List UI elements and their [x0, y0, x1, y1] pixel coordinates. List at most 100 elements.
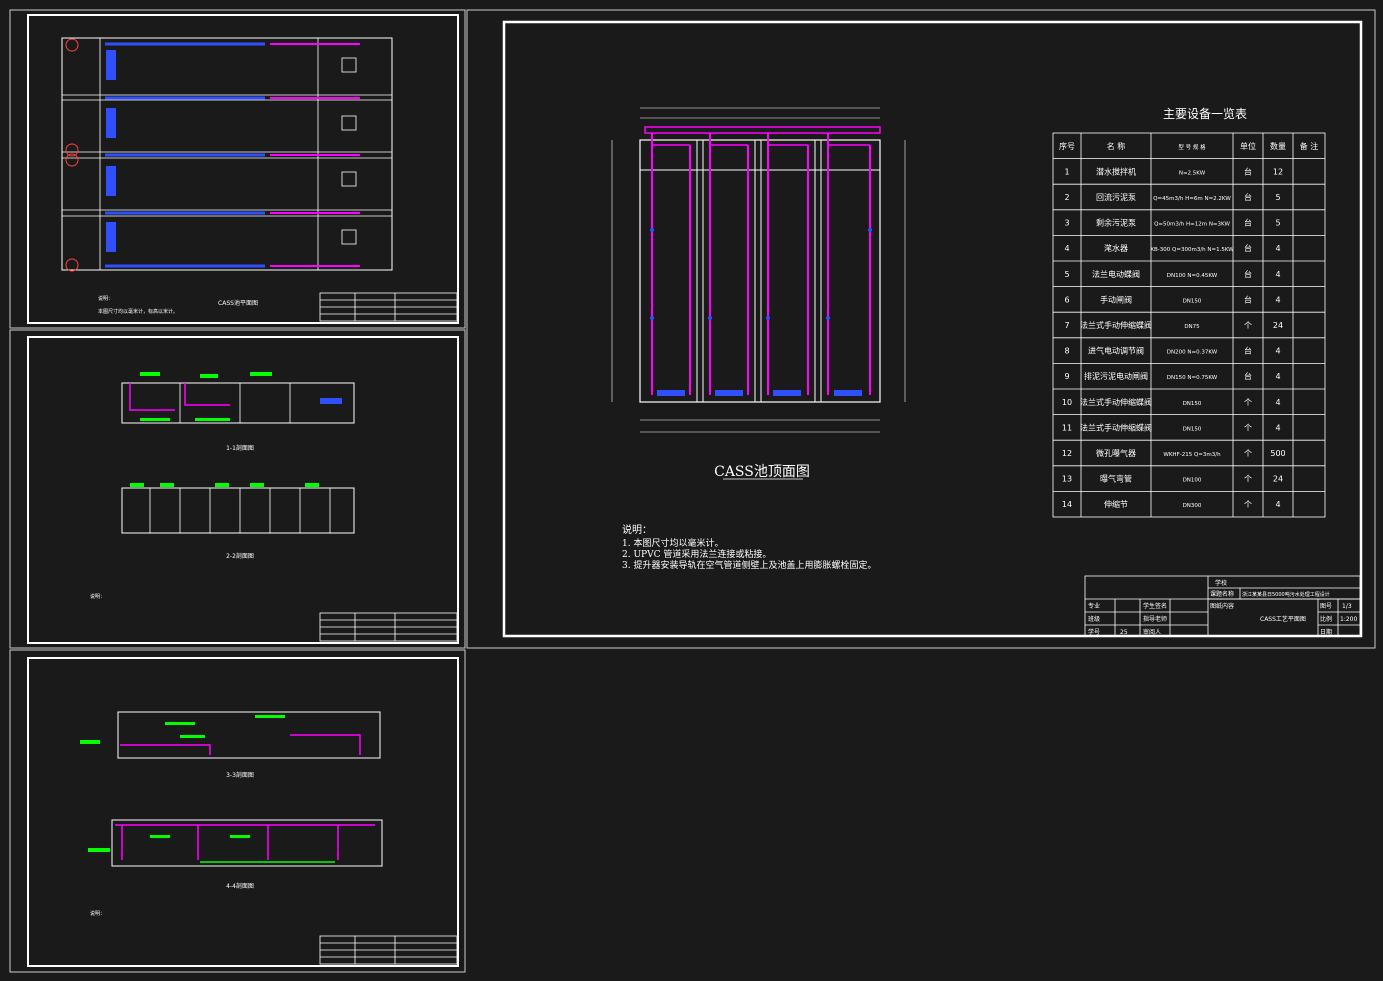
- sheet4-main: CASS池顶面图 说明： 1. 本图尺寸均以毫米计。 2. UPVC 管道采用法…: [502, 20, 1363, 638]
- section-4-4-title: 4-4剖面图: [226, 882, 254, 890]
- sheet4-note-3: 3. 提升器安装导轨在空气管道侧壁上及池盖上用膨胀螺栓固定。: [622, 559, 876, 571]
- equipment-table-cell: 4: [1064, 244, 1069, 253]
- equipment-table-cell: 法兰式手动伸缩蝶阀: [1080, 397, 1152, 407]
- tb-date: 日期: [1320, 628, 1332, 636]
- equipment-table-cell: DN150: [1183, 298, 1202, 304]
- equipment-table-cell: 台: [1244, 269, 1252, 279]
- equipment-table-header-cell: 名 称: [1107, 141, 1126, 151]
- sheet1-title: CASS池平面图: [218, 299, 258, 307]
- sheet1-notes-label: 说明：: [98, 295, 113, 302]
- equipment-table-cell: 4: [1275, 423, 1280, 432]
- sheet3-title-block: [319, 935, 458, 965]
- equipment-table-cell: 5: [1064, 270, 1069, 279]
- sheet3-frame: [27, 657, 459, 967]
- equipment-table-cell: 台: [1244, 243, 1252, 253]
- equipment-table-cell: 4: [1275, 398, 1280, 407]
- equipment-table-cell: 法兰电动蝶阀: [1092, 269, 1140, 279]
- equipment-table-header-cell: 数量: [1270, 141, 1286, 151]
- cass-top-view-title: CASS池顶面图: [714, 464, 810, 480]
- equipment-table-cell: 3: [1064, 219, 1069, 228]
- equipment-table-cell: 24: [1273, 321, 1283, 330]
- cass-top-view: CASS池顶面图: [611, 107, 906, 480]
- equipment-table-cell: Q=50m3/h H=12m N=3KW: [1154, 222, 1230, 228]
- equipment-table-cell: 台: [1244, 192, 1252, 202]
- equipment-table-cell: 台: [1244, 218, 1252, 228]
- equipment-table-cell: 8: [1064, 347, 1069, 356]
- equipment-table: 主要设备一览表 序号 名 称 型 号 规 格 单位 数量 备 注 1 潜水搅拌机 N=2.5KW…: [1052, 106, 1326, 518]
- equipment-table-cell: 伸缩节: [1104, 499, 1128, 509]
- tb-scale: 比例: [1320, 615, 1332, 623]
- equipment-table-cell: 台: [1244, 166, 1252, 176]
- section-3-3-title: 3-3剖面图: [226, 771, 254, 779]
- equipment-table-cell: WKHF-215 Q=3m3/h: [1163, 452, 1221, 458]
- equipment-table-cell: DN150: [1183, 401, 1202, 407]
- equipment-table-cell: DN100 N=0.45KW: [1167, 273, 1218, 279]
- equipment-table-header-cell: 单位: [1240, 141, 1256, 151]
- equipment-table-cell: 个: [1244, 449, 1252, 458]
- section-2-2-title: 2-2剖面图: [226, 552, 254, 560]
- tb-class: 班级: [1088, 615, 1100, 623]
- tb-school: 学校: [1215, 579, 1227, 587]
- cad-drawing-canvas: CASS池平面图 说明： 本图尺寸均以毫米计，标高以米计。 1-1剖面图 2-2…: [9, 9, 1376, 973]
- section-1-1-title: 1-1剖面图: [226, 444, 254, 452]
- tb-student-no: 学号: [1088, 628, 1100, 636]
- equipment-table-cell: 10: [1062, 398, 1072, 407]
- section-4-4-outline: [111, 819, 383, 867]
- equipment-table-cell: 13: [1062, 475, 1072, 484]
- cass-tank-outline: [639, 139, 881, 403]
- panel-sheet1: [9, 9, 466, 329]
- equipment-table-cell: 台: [1244, 346, 1252, 356]
- equipment-table-cell: 个: [1244, 423, 1252, 432]
- tb-scale-val: 1:200: [1340, 616, 1357, 623]
- equipment-table-cell: DN75: [1184, 324, 1200, 330]
- equipment-table-cell: 个: [1244, 475, 1252, 484]
- equipment-table-cell: 个: [1244, 500, 1252, 509]
- equipment-table-cell: 台: [1244, 294, 1252, 304]
- equipment-table-cell: 1: [1064, 167, 1069, 176]
- equipment-table-cell: 微孔曝气器: [1096, 448, 1136, 458]
- equipment-table-cell: 7: [1064, 321, 1069, 330]
- equipment-table-cell: 个: [1244, 321, 1252, 330]
- panel-sheet2: [9, 329, 466, 649]
- equipment-table-cell: 5: [1275, 193, 1280, 202]
- equipment-table-header-cell: 序号: [1059, 141, 1075, 151]
- equipment-table-cell: 法兰式手动伸缩蝶阀: [1080, 320, 1152, 330]
- tb-content: CASS工艺平面图: [1260, 615, 1306, 623]
- sheet1-frame: [27, 14, 459, 324]
- sheet4-notes-title: 说明：: [622, 523, 652, 536]
- equipment-table-cell: 4: [1275, 372, 1280, 381]
- sheet4-note-1: 1. 本图尺寸均以毫米计。: [622, 537, 723, 549]
- equipment-table-cell: XB-300 Q=300m3/h N=1.5KW: [1150, 247, 1234, 253]
- equipment-table-cell: 24: [1273, 475, 1283, 484]
- equipment-table-title: 主要设备一览表: [1163, 106, 1247, 121]
- equipment-table-cell: 进气电动调节阀: [1088, 346, 1144, 356]
- equipment-table-cell: 4: [1275, 270, 1280, 279]
- sheet1-title-block: [319, 292, 458, 322]
- equipment-table-cell: 滗水器: [1104, 243, 1128, 253]
- section-1-1-outline: [121, 382, 355, 424]
- equipment-table-cell: Q=45m3/h H=6m N=2.2KW: [1153, 196, 1231, 202]
- equipment-table-cell: 9: [1064, 372, 1069, 381]
- equipment-table-cell: 4: [1275, 295, 1280, 304]
- sheet2-notes-label: 说明：: [90, 593, 105, 600]
- equipment-table-cell: 法兰式手动伸缩蝶阀: [1080, 422, 1152, 432]
- tb-major: 专业: [1088, 602, 1100, 610]
- sheet1-plan: CASS池平面图 说明： 本图尺寸均以毫米计，标高以米计。: [27, 14, 459, 324]
- equipment-table-cell: 4: [1275, 244, 1280, 253]
- tb-project-label: 课题名称: [1210, 590, 1234, 598]
- equipment-table-cell: DN100: [1183, 478, 1202, 484]
- equipment-table-cell: DN150 N=0.75KW: [1167, 375, 1218, 381]
- equipment-table-cell: 回流污泥泵: [1096, 192, 1136, 202]
- equipment-table-cell: 12: [1062, 449, 1072, 458]
- equipment-table-cell: 5: [1275, 219, 1280, 228]
- equipment-table-cell: DN200 N=0.37KW: [1167, 350, 1218, 356]
- tb-advisor-sign: 指导老师: [1143, 615, 1167, 623]
- equipment-table-cell: DN300: [1183, 503, 1202, 509]
- tb-reviewer: 审阅人: [1143, 628, 1161, 636]
- equipment-table-cell: 6: [1064, 295, 1069, 304]
- section-2-2-outline: [121, 487, 355, 534]
- equipment-table-cell: 手动闸阀: [1100, 294, 1132, 304]
- equipment-table-cell: 14: [1062, 500, 1072, 509]
- sheet4-notes: 说明： 1. 本图尺寸均以毫米计。 2. UPVC 管道采用法兰连接或粘接。 3…: [622, 523, 876, 571]
- sheet2-sections: 1-1剖面图 2-2剖面图 说明：: [27, 336, 459, 644]
